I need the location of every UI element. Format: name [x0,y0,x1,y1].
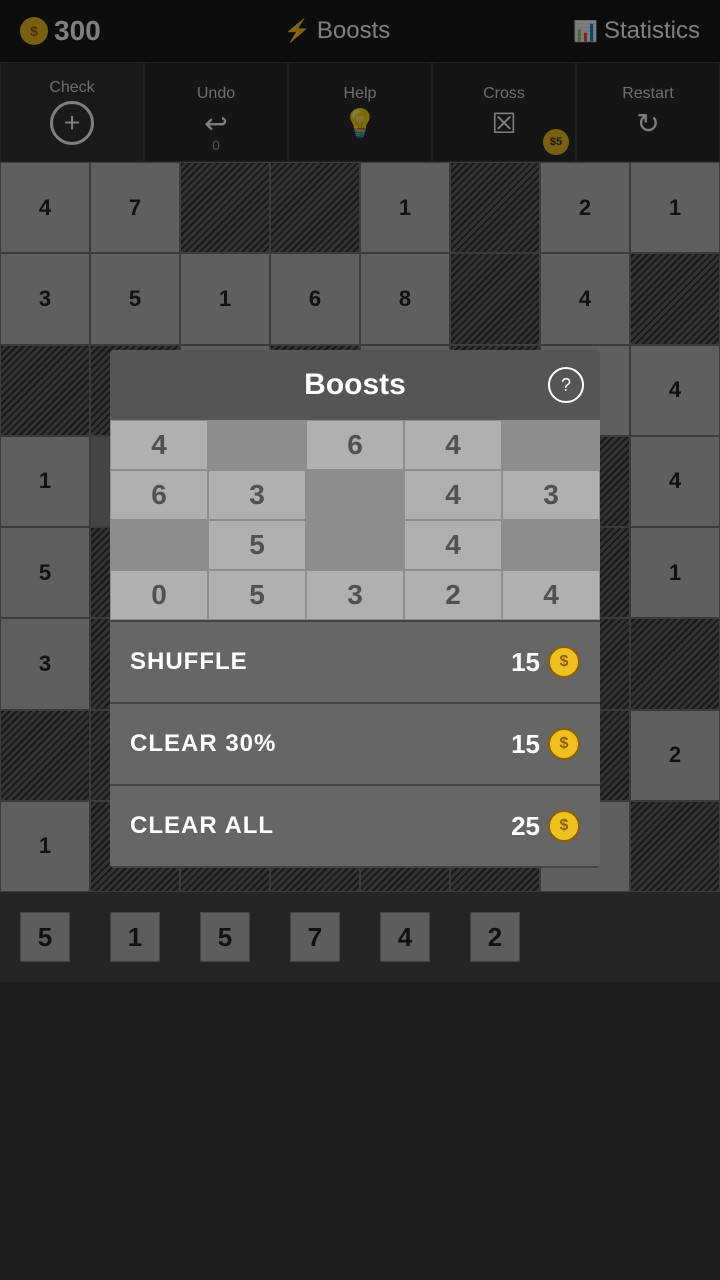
modal-title: Boosts [304,368,406,402]
shuffle-cost-number: 15 [511,647,540,678]
bg-cell: 6 [306,420,404,470]
bg-cell: 3 [306,570,404,620]
bg-cell [306,470,404,520]
bg-cell: 5 [208,570,306,620]
bg-cell: 5 [208,520,306,570]
bg-cell: 4 [404,470,502,520]
clearall-action-row[interactable]: CLEAR ALL 25 $ [110,786,600,866]
modal-header: Boosts ? [110,350,600,420]
bg-cell: 4 [404,420,502,470]
help-question-mark: ? [561,375,571,396]
shuffle-action-row[interactable]: SHUFFLE 15 $ [110,622,600,702]
bg-cell [110,520,208,570]
modal-overlay[interactable]: Boosts ? 4 6 4 6 3 4 3 5 4 [0,0,720,1280]
shuffle-coin-icon: $ [548,646,580,678]
bg-cell: 0 [110,570,208,620]
bg-cell [502,420,600,470]
clearall-label: CLEAR ALL [130,812,511,840]
bg-cell [306,520,404,570]
boosts-modal: Boosts ? 4 6 4 6 3 4 3 5 4 [110,350,600,868]
bg-cell: 6 [110,470,208,520]
clear30-label: CLEAR 30% [130,730,511,758]
clearall-cost-number: 25 [511,811,540,842]
bg-cell: 4 [404,520,502,570]
clear30-cost: 15 $ [511,728,580,760]
bg-cell [208,420,306,470]
bg-cell: 3 [208,470,306,520]
clear30-cost-number: 15 [511,729,540,760]
shuffle-label: SHUFFLE [130,648,511,676]
bg-cell: 2 [404,570,502,620]
modal-help-button[interactable]: ? [548,367,584,403]
clear30-action-row[interactable]: CLEAR 30% 15 $ [110,704,600,784]
background-grid: 4 6 4 6 3 4 3 5 4 0 5 3 2 4 [110,420,600,620]
bg-cell: 4 [502,570,600,620]
bg-cell [502,520,600,570]
clearall-coin-icon: $ [548,810,580,842]
bg-cell: 3 [502,470,600,520]
clearall-cost: 25 $ [511,810,580,842]
modal-background-image: 4 6 4 6 3 4 3 5 4 0 5 3 2 4 [110,420,600,620]
shuffle-cost: 15 $ [511,646,580,678]
clear30-coin-icon: $ [548,728,580,760]
modal-actions: SHUFFLE 15 $ CLEAR 30% 15 $ CLEAR ALL 25… [110,622,600,866]
bg-cell: 4 [110,420,208,470]
